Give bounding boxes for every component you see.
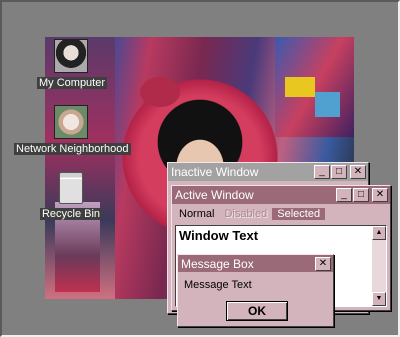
message-text: Message Text	[184, 279, 252, 291]
maximize-icon[interactable]: □	[353, 188, 369, 202]
menu-bar: Normal Disabled Selected	[172, 204, 390, 223]
desktop-icon-label: My Computer	[37, 77, 108, 89]
desktop-icon-my-computer[interactable]: My Computer	[37, 39, 108, 91]
menu-item-disabled: Disabled	[224, 207, 268, 220]
maximize-icon[interactable]: □	[331, 165, 347, 179]
close-icon[interactable]: ✕	[372, 188, 388, 202]
minimize-icon[interactable]: _	[314, 165, 330, 179]
window-text: Window Text	[179, 228, 259, 243]
scroll-up-icon[interactable]: ▲	[372, 226, 386, 240]
message-box-titlebar[interactable]: Message Box ✕	[178, 255, 333, 272]
menu-item-selected[interactable]: Selected	[272, 207, 326, 220]
scroll-down-icon[interactable]: ▼	[372, 292, 386, 306]
inactive-window-titlebar[interactable]: Inactive Window _ □ ✕	[168, 163, 368, 181]
message-box[interactable]: Message Box ✕ Message Text OK	[177, 254, 334, 327]
ok-button[interactable]: OK	[226, 301, 288, 321]
network-icon	[54, 105, 88, 139]
close-icon[interactable]: ✕	[350, 165, 366, 179]
message-box-title: Message Box	[181, 256, 254, 271]
inactive-window-title: Inactive Window	[171, 165, 259, 179]
desktop-icon-label: Recycle Bin	[39, 208, 103, 220]
desktop-icon-recycle-bin[interactable]: Recycle Bin	[38, 172, 104, 222]
close-icon[interactable]: ✕	[315, 256, 331, 271]
desktop-icon-network-neighborhood[interactable]: Network Neighborhood	[14, 105, 131, 157]
vertical-scrollbar[interactable]: ▲ ▼	[372, 226, 386, 306]
minimize-icon[interactable]: _	[336, 188, 352, 202]
menu-item-normal[interactable]: Normal	[174, 208, 219, 220]
computer-icon	[54, 39, 88, 73]
recycle-bin-icon	[59, 172, 83, 204]
desktop-icon-label: Network Neighborhood	[14, 143, 131, 155]
active-window-titlebar[interactable]: Active Window _ □ ✕	[172, 186, 390, 204]
active-window-title: Active Window	[175, 188, 254, 202]
